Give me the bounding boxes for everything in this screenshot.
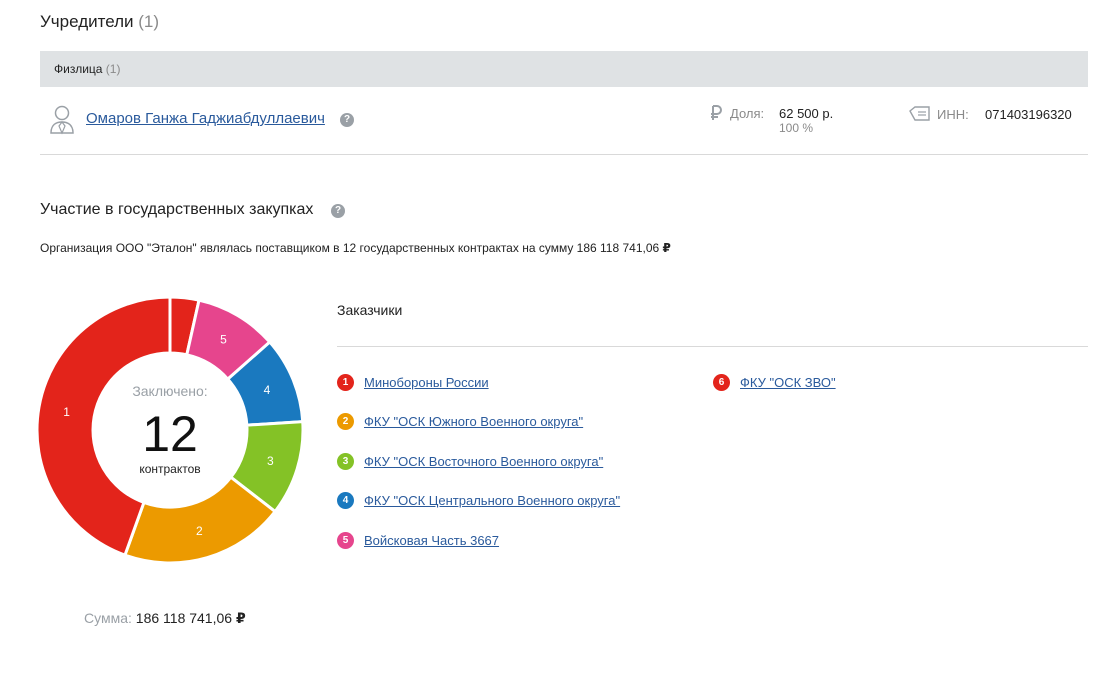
group-label-text: Физлица (54, 62, 103, 76)
customer-number-badge: 1 (337, 374, 354, 391)
person-avatar-icon (48, 103, 76, 135)
donut-slice-label: 4 (264, 383, 271, 397)
person-name-link[interactable]: Омаров Ганжа Гаджиабдуллаевич (86, 110, 325, 127)
customer-link[interactable]: Войсковая Часть 3667 (364, 533, 499, 548)
share-percent: 100 % (779, 121, 814, 135)
customer-link[interactable]: ФКУ "ОСК Центрального Военного округа" (364, 493, 620, 508)
customer-item-4[interactable]: 4 ФКУ "ОСК Центрального Военного округа" (337, 492, 620, 509)
share-value: 62 500 р. (779, 106, 834, 121)
customer-number-badge: 2 (337, 413, 354, 430)
customer-item-1[interactable]: 1 Минобороны России (337, 374, 489, 391)
sum-label: Сумма: (84, 610, 132, 626)
founders-title-text: Учредители (40, 12, 134, 31)
customers-divider (337, 346, 1088, 347)
customer-item-6[interactable]: 6 ФКУ "ОСК ЗВО" (713, 374, 836, 391)
id-card-icon (909, 106, 931, 123)
donut-unit: контрактов (139, 462, 201, 476)
donut-caption: Заключено: (132, 383, 208, 399)
customer-number-badge: 5 (337, 532, 354, 549)
summary-text: Организация ООО "Эталон" являлась постав… (40, 241, 660, 255)
procurement-summary: Организация ООО "Эталон" являлась постав… (40, 241, 671, 255)
donut-total: 12 (142, 406, 198, 462)
sum-row: Сумма: 186 118 741,06 ₽ (84, 610, 246, 627)
inn-label: ИНН: (937, 107, 969, 122)
donut-slice-label: 1 (63, 405, 70, 419)
donut-slice-label: 2 (196, 524, 203, 538)
individuals-group-header: Физлица (1) (40, 51, 1088, 87)
customer-link[interactable]: Минобороны России (364, 375, 489, 390)
procurement-title: Участие в государственных закупках (40, 201, 314, 218)
customer-item-3[interactable]: 3 ФКУ "ОСК Восточного Военного округа" (337, 453, 603, 470)
group-count: (1) (105, 62, 121, 76)
sum-value: 186 118 741,06 (135, 610, 233, 626)
founders-divider (40, 154, 1088, 155)
founders-title: Учредители (1) (40, 12, 159, 32)
procurement-help-icon[interactable]: ? (331, 204, 345, 218)
founders-count: (1) (138, 12, 160, 31)
summary-currency: ₽ (662, 241, 671, 255)
sum-currency: ₽ (235, 610, 246, 626)
donut-slice-label: 5 (220, 333, 227, 347)
help-icon[interactable]: ? (340, 113, 354, 127)
customer-item-2[interactable]: 2 ФКУ "ОСК Южного Военного округа" (337, 413, 583, 430)
customer-item-5[interactable]: 5 Войсковая Часть 3667 (337, 532, 499, 549)
customer-number-badge: 4 (337, 492, 354, 509)
ruble-icon (710, 105, 722, 121)
customer-number-badge: 3 (337, 453, 354, 470)
customer-link[interactable]: ФКУ "ОСК Южного Военного округа" (364, 414, 583, 429)
customer-link[interactable]: ФКУ "ОСК Восточного Военного округа" (364, 454, 603, 469)
customers-title: Заказчики (337, 302, 403, 318)
customer-link[interactable]: ФКУ "ОСК ЗВО" (740, 375, 836, 390)
individuals-group-label: Физлица (1) (54, 62, 120, 76)
customer-number-badge: 6 (713, 374, 730, 391)
donut-slice-label: 3 (267, 454, 274, 468)
inn-value: 071403196320 (985, 107, 1072, 122)
share-label: Доля: (730, 106, 765, 121)
